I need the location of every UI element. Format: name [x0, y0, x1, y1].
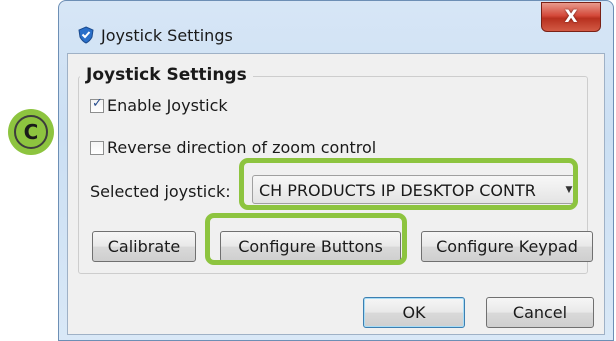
selected-joystick-label: Selected joystick: — [90, 182, 231, 201]
title-bar: Joystick Settings X — [59, 1, 613, 53]
configure-keypad-button[interactable]: Configure Keypad — [421, 231, 593, 262]
close-button[interactable]: X — [541, 2, 601, 32]
checkbox-unchecked-icon[interactable] — [90, 140, 104, 155]
calibrate-button[interactable]: Calibrate — [92, 231, 196, 262]
annotation-badge: C — [8, 109, 54, 155]
configure-buttons-highlight — [205, 213, 407, 265]
enable-joystick-label: Enable Joystick — [107, 96, 228, 115]
annotation-badge-letter: C — [14, 115, 48, 149]
app-shield-icon — [78, 26, 94, 44]
joystick-select-highlight — [239, 158, 578, 210]
checkbox-checked-icon[interactable] — [90, 96, 104, 113]
ok-button[interactable]: OK — [363, 297, 465, 328]
close-icon: X — [564, 7, 578, 27]
enable-joystick-checkbox[interactable]: Enable Joystick — [90, 96, 228, 115]
window-title: Joystick Settings — [101, 26, 233, 45]
reverse-zoom-checkbox[interactable]: Reverse direction of zoom control — [90, 138, 376, 157]
reverse-zoom-label: Reverse direction of zoom control — [107, 138, 377, 157]
cancel-button[interactable]: Cancel — [486, 297, 594, 328]
group-title: Joystick Settings — [80, 65, 253, 85]
